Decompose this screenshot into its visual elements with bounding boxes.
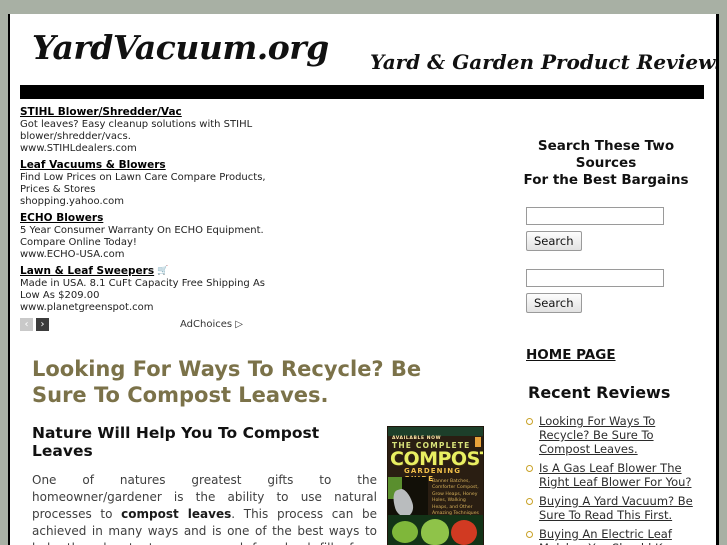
ad-title-link[interactable]: ECHO Blowers (20, 212, 103, 225)
list-item: Buying An Electric Leaf Mulcher You Shou… (526, 527, 700, 545)
article: Looking For Ways To Recycle? Be Sure To … (20, 356, 500, 545)
ad-next-arrow-icon[interactable]: › (36, 318, 49, 331)
list-item: Buying A Yard Vacuum? Be Sure To Read Th… (526, 494, 700, 522)
search-input-2[interactable] (526, 269, 664, 287)
book-vegetable-tomato (451, 520, 477, 545)
site-masthead: YardVacuum.org Yard & Garden Product Rev… (10, 14, 719, 99)
ad-unit: Lawn & Leaf Sweepers 🛒 Made in USA. 8.1 C… (20, 265, 285, 314)
book-vegetable-lettuce (392, 521, 418, 543)
paragraph-bold-phrase: compost leaves (121, 507, 232, 521)
advertisement-block: STIHL Blower/Shredder/Vac Got leaves? Ea… (20, 106, 285, 334)
recent-reviews-list: Looking For Ways To Recycle? Be Sure To … (510, 414, 706, 545)
shopping-cart-icon: 🛒 (157, 266, 169, 276)
ad-description: 5 Year Consumer Warranty On ECHO Equipme… (20, 225, 264, 248)
ad-description: Got leaves? Easy cleanup solutions with … (20, 119, 253, 142)
body-area: STIHL Blower/Shredder/Vac Got leaves? Ea… (10, 106, 716, 545)
recent-review-link[interactable]: Is A Gas Leaf Blower The Right Leaf Blow… (539, 461, 692, 489)
ad-unit: ECHO Blowers 5 Year Consumer Warranty On… (20, 212, 285, 261)
search-input-1[interactable] (526, 207, 664, 225)
list-item: Is A Gas Leaf Blower The Right Leaf Blow… (526, 461, 700, 489)
ad-description: Find Low Prices on Lawn Care Compare Pro… (20, 172, 266, 195)
site-tagline: Yard & Garden Product Reviews (370, 50, 719, 74)
recent-reviews-heading: Recent Reviews (528, 383, 671, 402)
page-title: Looking For Ways To Recycle? Be Sure To … (32, 357, 422, 407)
main-column: STIHL Blower/Shredder/Vac Got leaves? Ea… (20, 106, 500, 545)
ad-prev-arrow-icon[interactable]: ‹ (20, 318, 33, 331)
ad-title-link[interactable]: Lawn & Leaf Sweepers (20, 265, 154, 278)
compost-book-cover-image: AVAILABLE NOW THE COMPLETE COMPOST GARDE… (387, 426, 484, 545)
search-heading: Search These Two Sources For the Best Ba… (510, 138, 702, 189)
ad-unit: STIHL Blower/Shredder/Vac Got leaves? Ea… (20, 106, 285, 155)
home-page-link[interactable]: HOME PAGE (526, 347, 616, 363)
book-corner-tab (475, 437, 481, 447)
book-vegetable-cabbage (421, 519, 449, 545)
page-frame: YardVacuum.org Yard & Garden Product Rev… (8, 14, 719, 545)
search-button-2[interactable]: Search (526, 293, 582, 313)
ad-url[interactable]: www.STIHLdealers.com (20, 143, 285, 155)
ad-url[interactable]: www.ECHO-USA.com (20, 249, 285, 261)
search-heading-line1: Search These Two Sources (537, 138, 675, 171)
adchoices-link[interactable]: AdChoices ▷ (180, 319, 243, 331)
ad-footer: ‹ › AdChoices ▷ (20, 318, 285, 334)
recent-review-link[interactable]: Looking For Ways To Recycle? Be Sure To … (539, 414, 655, 456)
site-logo: YardVacuum.org (32, 28, 329, 67)
sidebar: Search These Two Sources For the Best Ba… (510, 106, 706, 545)
ad-url[interactable]: shopping.yahoo.com (20, 196, 285, 208)
list-item: Looking For Ways To Recycle? Be Sure To … (526, 414, 700, 456)
ad-title-link[interactable]: STIHL Blower/Shredder/Vac (20, 106, 182, 119)
search-button-1[interactable]: Search (526, 231, 582, 251)
search-heading-line2: For the Best Bargains (523, 172, 689, 188)
recent-review-link[interactable]: Buying An Electric Leaf Mulcher You Shou… (539, 527, 686, 545)
book-top-strip (388, 427, 483, 436)
ad-unit: Leaf Vacuums & Blowers Find Low Prices o… (20, 159, 285, 208)
ad-title-link[interactable]: Leaf Vacuums & Blowers (20, 159, 166, 172)
adchoices-triangle-icon: ▷ (235, 319, 243, 330)
header-divider-bar (20, 85, 704, 99)
ad-description: Made in USA. 8.1 CuFt Capacity Free Ship… (20, 278, 265, 301)
ad-url[interactable]: www.planetgreenspot.com (20, 302, 285, 314)
recent-review-link[interactable]: Buying A Yard Vacuum? Be Sure To Read Th… (539, 494, 693, 522)
adchoices-label: AdChoices (180, 319, 233, 330)
